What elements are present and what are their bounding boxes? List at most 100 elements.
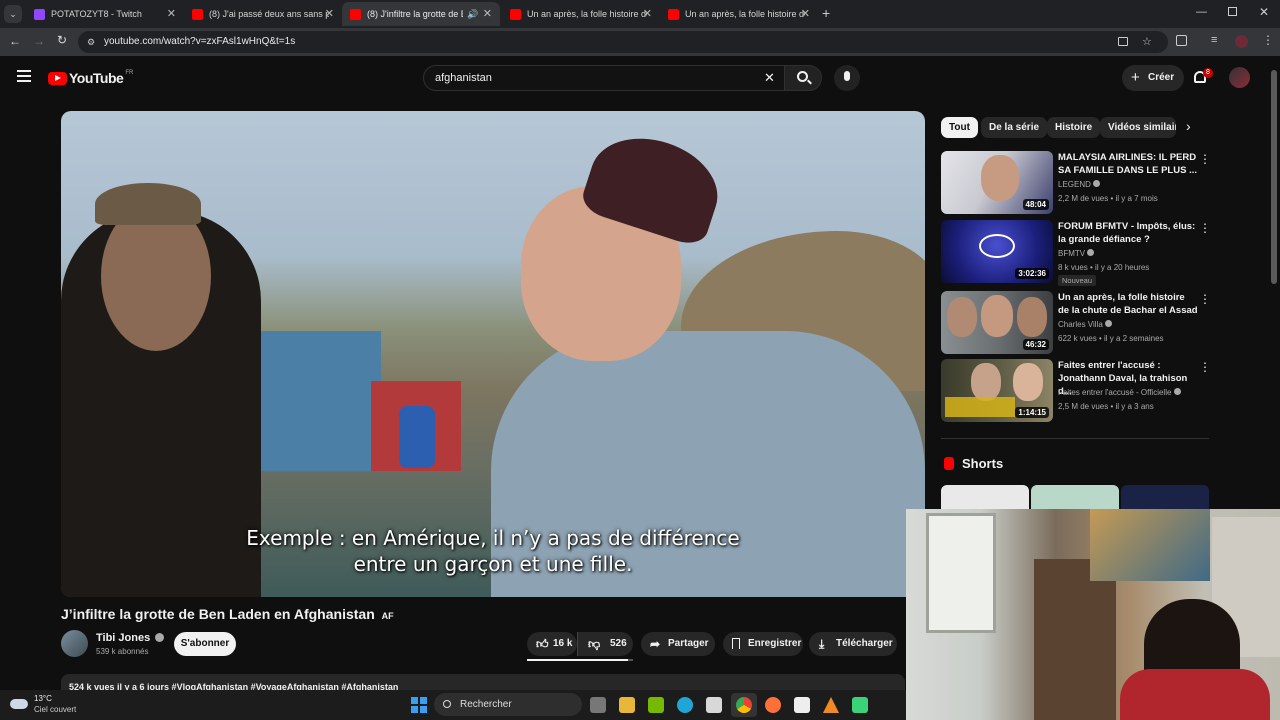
task-view-icon[interactable] [590,697,606,713]
guide-menu-icon[interactable] [17,70,31,82]
download-icon: ⤓ [819,637,825,651]
browser-toolbar: ← → ↻ ⚙ youtube.com/watch?v=zxFAsl1wHnQ&… [0,28,1280,56]
browser-tab-active[interactable]: (8) J'infiltre la grotte de Ben 🔊 ✕ [342,2,500,26]
recommendation-meta: 8 k vues • il y a 20 heures [1058,263,1150,272]
browser-menu-icon[interactable]: ⋮ [1262,33,1274,47]
close-tab-icon[interactable]: ✕ [325,7,334,20]
download-button[interactable]: ⤓ Télécharger [809,632,897,656]
clear-search-icon[interactable]: ✕ [764,66,775,90]
forward-icon[interactable]: → [33,34,45,48]
close-tab-icon[interactable]: ✕ [643,7,652,20]
recommendation-item[interactable]: 3:02:36 FORUM BFMTV - Impôts, élus: la g… [941,220,1211,286]
search-input[interactable]: afghanistan ✕ [423,65,785,91]
search-icon [443,700,451,708]
youtube-icon [192,8,203,20]
nvidia-icon[interactable] [648,697,664,713]
chips-next-icon[interactable]: › [1186,118,1191,134]
recommendation-title: MALAYSIA AIRLINES: IL PERD SA FAMILLE DA… [1058,152,1197,176]
app-icon[interactable] [852,697,868,713]
share-button[interactable]: ➦ Partager [641,632,715,656]
close-tab-icon[interactable]: ✕ [801,7,810,20]
like-ratio-bar [527,659,633,661]
chip-series[interactable]: De la série [981,117,1048,138]
chip-all[interactable]: Tout [941,117,978,138]
back-icon[interactable]: ← [9,34,21,48]
browser-tab[interactable]: (8) J'ai passé deux ans sans pap ✕ [184,2,342,26]
more-options-icon[interactable]: ⋮ [1199,152,1211,166]
recommendation-item[interactable]: 46:32 Un an après, la folle histoire de … [941,291,1211,355]
recommendation-item[interactable]: 1:14:15 Faites entrer l'accusé : Jonatha… [941,359,1211,423]
dislike-button[interactable]: 👎︎ 526 [577,632,633,656]
youtube-icon [668,8,679,20]
save-button[interactable]: Enregistrer [723,632,803,656]
channel-avatar[interactable] [61,630,88,657]
file-explorer-icon[interactable] [619,697,635,713]
close-tab-icon[interactable]: ✕ [167,7,176,20]
address-bar[interactable]: ⚙ youtube.com/watch?v=zxFAsl1wHnQ&t=1s ☆ [78,31,1168,53]
chip-related[interactable]: Vidéos similaires [1100,117,1176,138]
youtube-play-icon [48,71,67,85]
video-caption: Exemple : en Amérique, il n’y a pas de d… [246,526,740,576]
notification-count-badge: 8 [1203,68,1213,78]
channel-name[interactable]: Tibi Jones [96,632,165,644]
profile-avatar-icon[interactable] [1235,35,1248,48]
windows-start-icon[interactable] [411,697,427,713]
country-badge: AF [381,611,394,621]
recommendation-meta: 622 k vues • il y a 2 semaines [1058,334,1164,343]
close-window-icon[interactable]: ✕ [1259,5,1269,19]
video-player[interactable]: Exemple : en Amérique, il n’y a pas de d… [61,111,925,597]
like-button[interactable]: 👍︎ 16 k [527,632,577,656]
close-tab-icon[interactable]: ✕ [483,7,492,20]
os-taskbar: 13°C Ciel couvert Rechercher [0,690,906,720]
water-tank-shape [399,406,435,468]
firefox-icon[interactable] [765,697,781,713]
channel-row: Tibi Jones 539 k abonnés S'abonner 👍︎ 16… [61,630,911,661]
recommendation-meta: 2,5 M de vues • il y a 3 ans [1058,402,1154,411]
extensions-icon[interactable] [1176,35,1187,46]
recommendation-channel: LEGEND [1058,180,1101,189]
region-code: FR [125,70,134,76]
capcut-icon[interactable] [794,697,810,713]
vlc-icon[interactable] [823,697,839,713]
shorts-header: Shorts [944,454,1003,472]
edge-icon[interactable] [677,697,693,713]
tab-list-button[interactable]: ⌄ [4,5,22,23]
page-scrollbar[interactable] [1271,70,1277,284]
minimize-icon[interactable]: — [1196,6,1207,18]
recommendation-item[interactable]: 48:04 MALAYSIA AIRLINES: IL PERD SA FAMI… [941,151,1211,215]
weather-desc: Ciel couvert [34,705,77,714]
more-options-icon[interactable]: ⋮ [1199,221,1211,235]
share-icon: ➦ [650,637,661,651]
browser-tab[interactable]: POTATOZYT8 - Twitch ✕ [26,2,184,26]
recommendation-channel: BFMTV [1058,249,1095,258]
install-app-icon[interactable] [1118,37,1128,46]
video-thumbnail: 48:04 [941,151,1053,214]
voice-search-button[interactable] [834,65,860,91]
recommendation-title: Un an après, la folle histoire de la chu… [1058,292,1198,316]
more-options-icon[interactable]: ⋮ [1199,292,1211,306]
new-tab-icon[interactable]: + [822,5,830,21]
youtube-logo[interactable]: YouTube FR [48,69,133,87]
subscribe-button[interactable]: S'abonner [174,632,236,656]
browser-tab[interactable]: Un an après, la folle histoire de ✕ [660,2,818,26]
search-button[interactable] [784,65,822,91]
browser-tab[interactable]: Un an après, la folle histoire de ✕ [502,2,660,26]
create-button[interactable]: + Créer [1122,65,1184,91]
youtube-header: YouTube FR afghanistan ✕ + Créer 8 [0,56,1280,100]
restore-icon[interactable] [1228,7,1237,16]
recommendation-title: FORUM BFMTV - Impôts, élus: la grande dé… [1058,221,1196,245]
store-icon[interactable] [706,697,722,713]
account-avatar[interactable] [1229,67,1250,88]
verified-icon [155,633,165,642]
reload-icon[interactable]: ↻ [57,33,67,47]
reading-list-icon[interactable]: ≡ [1211,34,1217,46]
chip-history[interactable]: Histoire [1047,117,1101,138]
shelf-shape [1034,559,1116,720]
bookmark-star-icon[interactable]: ☆ [1142,31,1152,53]
video-title: J’infiltre la grotte de Ben Laden en Afg… [61,606,394,622]
more-options-icon[interactable]: ⋮ [1199,360,1211,374]
site-info-icon[interactable]: ⚙ [87,31,95,53]
speaker-icon[interactable]: 🔊 [467,9,478,20]
taskbar-search[interactable]: Rechercher [434,693,582,716]
chrome-icon[interactable] [736,697,752,713]
